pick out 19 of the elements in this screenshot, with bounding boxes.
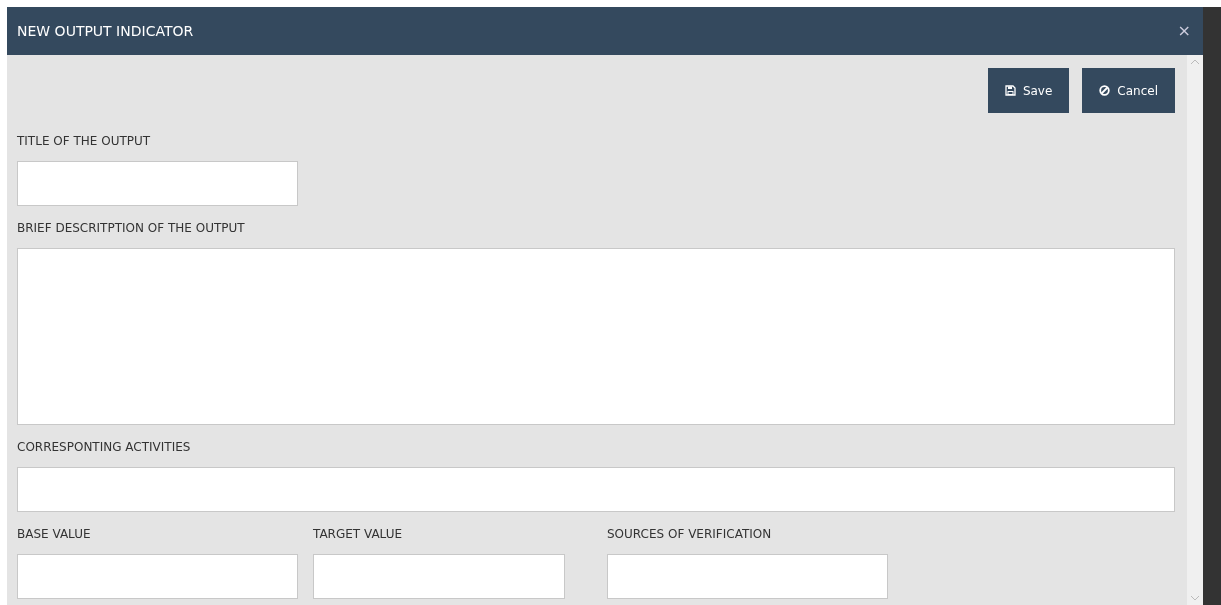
dialog-title: NEW OUTPUT INDICATOR <box>17 21 194 41</box>
field-label: SOURCES OF VERIFICATION <box>607 526 773 543</box>
input-field[interactable] <box>313 554 565 599</box>
save-button[interactable]: Save <box>987 68 1070 113</box>
scroll-down-icon[interactable] <box>1191 596 1199 601</box>
field-label: BASE VALUE <box>17 526 92 543</box>
field-label: TARGET VALUE <box>313 526 404 543</box>
scroll-up-icon[interactable] <box>1191 59 1199 64</box>
input-field[interactable] <box>607 554 888 599</box>
cancel-button[interactable]: Cancel <box>1082 68 1175 113</box>
input-field[interactable] <box>17 467 1175 512</box>
field-label: BRIEF DESCRITPTION OF THE OUTPUT <box>17 220 246 237</box>
ban-icon <box>1099 85 1111 96</box>
textarea-field[interactable] <box>17 248 1175 425</box>
field-label: CORRESPONTING ACTIVITIES <box>17 439 192 456</box>
input-field[interactable] <box>17 161 298 206</box>
close-button[interactable]: × <box>1177 19 1191 43</box>
field-label: TITLE OF THE OUTPUT <box>17 133 152 150</box>
input-field[interactable] <box>17 554 298 599</box>
